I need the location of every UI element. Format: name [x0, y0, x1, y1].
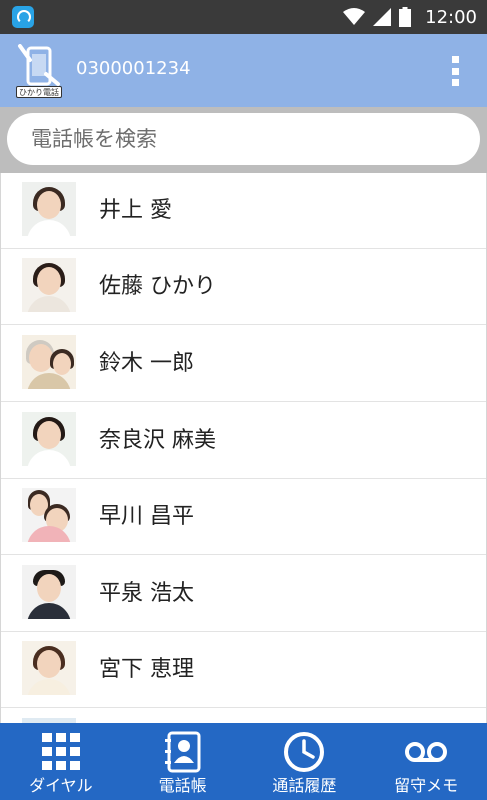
nav-phonebook-label: 電話帳	[158, 776, 207, 795]
contact-avatar	[22, 565, 76, 619]
contact-list[interactable]: 井上 愛 佐藤 ひかり 鈴木 一郎 奈良沢 麻美 早川 昌平 平泉 浩太 宮下 …	[0, 173, 487, 723]
contact-row[interactable]: 平泉 浩太	[1, 556, 486, 632]
contact-name: 平泉 浩太	[99, 581, 194, 606]
dialpad-icon	[41, 733, 80, 770]
bottom-navigation: ダイヤル 電話帳 通話履歴 留守メモ	[0, 723, 487, 800]
contact-row[interactable]: 早川 昌平	[1, 479, 486, 555]
nav-voicemail-label: 留守メモ	[394, 776, 459, 795]
contact-row[interactable]: 鈴木 一郎	[1, 326, 486, 402]
hikari-denwa-logo: ひかり電話	[16, 44, 62, 98]
battery-icon	[399, 7, 412, 27]
contact-name: 奈良沢 麻美	[99, 428, 216, 453]
search-bar: 電話帳を検索	[0, 107, 487, 173]
nav-call-history-label: 通話履歴	[272, 776, 337, 795]
history-icon	[284, 732, 325, 772]
contact-row-partial[interactable]	[1, 709, 486, 723]
wifi-icon	[343, 8, 366, 25]
phonebook-icon	[164, 731, 201, 773]
app-logo-label: ひかり電話	[16, 86, 62, 98]
app-notification-icon	[12, 6, 34, 28]
menu-dot-icon	[451, 67, 459, 75]
contact-row[interactable]: 宮下 恵理	[1, 632, 486, 708]
overflow-menu-button[interactable]	[451, 56, 459, 86]
app-bar: ひかり電話 0300001234	[0, 34, 487, 107]
contact-row[interactable]: 井上 愛	[1, 173, 486, 249]
nav-call-history[interactable]: 通話履歴	[244, 723, 366, 800]
contact-avatar	[22, 258, 76, 312]
phonebook-search-input[interactable]: 電話帳を検索	[7, 113, 480, 165]
contact-avatar	[22, 488, 76, 542]
contact-name: 鈴木 一郎	[99, 351, 194, 376]
contact-name: 宮下 恵理	[99, 657, 194, 682]
contact-name: 早川 昌平	[99, 504, 194, 529]
contact-name: 佐藤 ひかり	[99, 274, 216, 299]
contact-avatar	[22, 641, 76, 695]
status-bar: 12:00	[0, 0, 487, 34]
my-phone-number: 0300001234	[76, 58, 191, 79]
nav-phonebook[interactable]: 電話帳	[122, 723, 244, 800]
status-indicators: 12:00	[343, 0, 477, 34]
contact-row[interactable]: 奈良沢 麻美	[1, 403, 486, 479]
contact-row[interactable]: 佐藤 ひかり	[1, 249, 486, 325]
menu-dot-icon	[451, 56, 459, 63]
nav-voicemail[interactable]: 留守メモ	[365, 723, 487, 800]
menu-dot-icon	[451, 79, 459, 86]
contact-avatar	[22, 412, 76, 466]
nav-dial-label: ダイヤル	[29, 776, 93, 795]
contact-name: 井上 愛	[99, 198, 172, 223]
status-time: 12:00	[425, 6, 477, 28]
contact-avatar	[22, 335, 76, 389]
voicemail-icon	[405, 742, 448, 762]
phone-handset-icon	[18, 44, 60, 86]
nav-dial[interactable]: ダイヤル	[0, 723, 122, 800]
cell-signal-icon	[373, 8, 392, 26]
contact-avatar	[22, 182, 76, 236]
